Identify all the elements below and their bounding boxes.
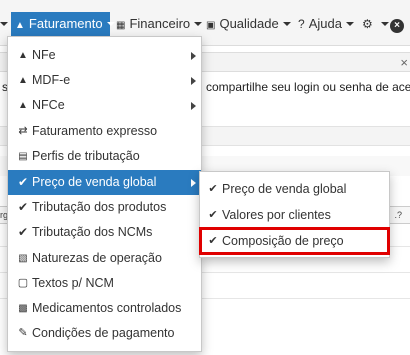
nav-qualidade-label: Qualidade <box>219 16 279 31</box>
submenu-item-valores-clientes[interactable]: ✔ Valores por clientes <box>200 202 389 228</box>
menu-item-tributacao-produtos[interactable]: ✔ Tributação dos produtos <box>8 195 201 220</box>
nav-ajuda-label: Ajuda <box>308 16 342 31</box>
book-icon: ▣ <box>206 20 216 31</box>
bank-icon: ▲ <box>18 50 28 61</box>
menu-item-label: Condições de pagamento <box>32 326 175 340</box>
hdd-icon: ▤ <box>18 151 28 162</box>
check-icon: ✔ <box>208 183 218 195</box>
chevron-right-icon <box>191 102 196 110</box>
menu-item-textos-ncm[interactable]: ▢ Textos p/ NCM <box>8 271 201 296</box>
submenu-item-preco-venda-global[interactable]: ✔ Preço de venda global <box>200 176 389 202</box>
menu-item-label: MDF-e <box>32 73 71 87</box>
question-icon: ? <box>298 17 305 31</box>
close-icon[interactable]: × <box>400 55 408 70</box>
chevron-down-icon <box>194 22 203 26</box>
menu-item-label: Naturezas de operação <box>32 251 162 265</box>
menu-item-mdfe[interactable]: ▲ MDF-e <box>8 68 201 93</box>
menu-item-faturamento-expresso[interactable]: ⇄ Faturamento expresso <box>8 119 201 144</box>
chevron-down-icon <box>345 22 354 26</box>
chevron-down-icon <box>380 22 389 26</box>
exchange-icon: ⇄ <box>18 125 28 137</box>
file-icon: ▢ <box>17 277 29 289</box>
menu-item-naturezas-operacao[interactable]: ▧ Naturezas de operação <box>8 246 201 271</box>
menu-item-label: Tributação dos NCMs <box>32 225 153 239</box>
menu-item-label: NFe <box>32 48 56 62</box>
book-icon: ▧ <box>18 253 28 264</box>
faturamento-dropdown: ▲ NFe ▲ MDF-e ▲ NFCe ⇄ Faturamento expre… <box>7 36 202 352</box>
preco-venda-global-submenu: ✔ Preço de venda global ✔ Valores por cl… <box>199 171 390 258</box>
bank-icon: ▲ <box>18 100 28 111</box>
menu-item-label: Tributação dos produtos <box>32 200 167 214</box>
nav-financeiro[interactable]: ▦ Financeiro <box>116 14 203 34</box>
menu-item-perfis-tributacao[interactable]: ▤ Perfis de tributação <box>8 144 201 169</box>
gear-icon: ⚙ <box>362 17 373 31</box>
check-icon: ✔ <box>17 175 29 189</box>
check-icon: ✔ <box>208 209 218 221</box>
chevron-right-icon <box>191 52 196 60</box>
menu-item-condicoes-pagamento[interactable]: ✎ Condições de pagamento <box>8 321 201 346</box>
nav-financeiro-label: Financeiro <box>129 16 191 31</box>
menu-item-preco-venda-global[interactable]: ✔ Preço de venda global <box>8 170 201 195</box>
menu-item-label: Faturamento expresso <box>32 124 158 138</box>
check-icon: ✔ <box>17 200 29 214</box>
menu-item-tributacao-ncms[interactable]: ✔ Tributação dos NCMs <box>8 220 201 245</box>
chevron-right-icon <box>191 77 196 85</box>
notice-text: compartilhe seu login ou senha de acesso <box>206 80 410 94</box>
nav-ajuda[interactable]: ? Ajuda <box>298 14 354 34</box>
check-icon: ✔ <box>208 235 218 247</box>
submenu-item-label: Preço de venda global <box>222 182 347 196</box>
nav-caret-left[interactable] <box>0 14 8 34</box>
check-icon: ✔ <box>17 225 29 239</box>
chevron-down-icon <box>106 22 115 26</box>
table-icon: ▦ <box>116 20 126 31</box>
nav-exit[interactable]: × <box>390 14 404 34</box>
menu-item-label: Textos p/ NCM <box>32 276 114 290</box>
chevron-right-icon <box>191 179 196 187</box>
menu-item-nfe[interactable]: ▲ NFe <box>8 43 201 68</box>
submenu-item-composicao-preco[interactable]: ✔ Composição de preço <box>199 227 390 255</box>
menu-item-label: NFCe <box>32 98 65 112</box>
menu-item-medicamentos-controlados[interactable]: ▩ Medicamentos controlados <box>8 296 201 321</box>
nav-faturamento-label: Faturamento <box>28 16 103 31</box>
menu-item-label: Perfis de tributação <box>32 149 140 163</box>
nav-settings[interactable]: ⚙ <box>362 14 389 34</box>
table-header-cell: .? <box>394 210 402 220</box>
chevron-down-icon <box>282 22 291 26</box>
menu-item-label: Preço de venda global <box>32 175 157 189</box>
submenu-item-label: Composição de preço <box>222 234 344 248</box>
close-circle-icon: × <box>390 19 404 33</box>
bank-icon: ▲ <box>15 20 25 31</box>
pencil-icon: ✎ <box>18 327 28 339</box>
menu-item-label: Medicamentos controlados <box>32 301 182 315</box>
menu-item-nfce[interactable]: ▲ NFCe <box>8 93 201 118</box>
submenu-item-label: Valores por clientes <box>222 208 331 222</box>
nav-qualidade[interactable]: ▣ Qualidade <box>206 14 291 34</box>
medkit-icon: ▩ <box>18 303 28 314</box>
bank-icon: ▲ <box>18 75 28 86</box>
nav-faturamento[interactable]: ▲ Faturamento <box>15 14 115 34</box>
